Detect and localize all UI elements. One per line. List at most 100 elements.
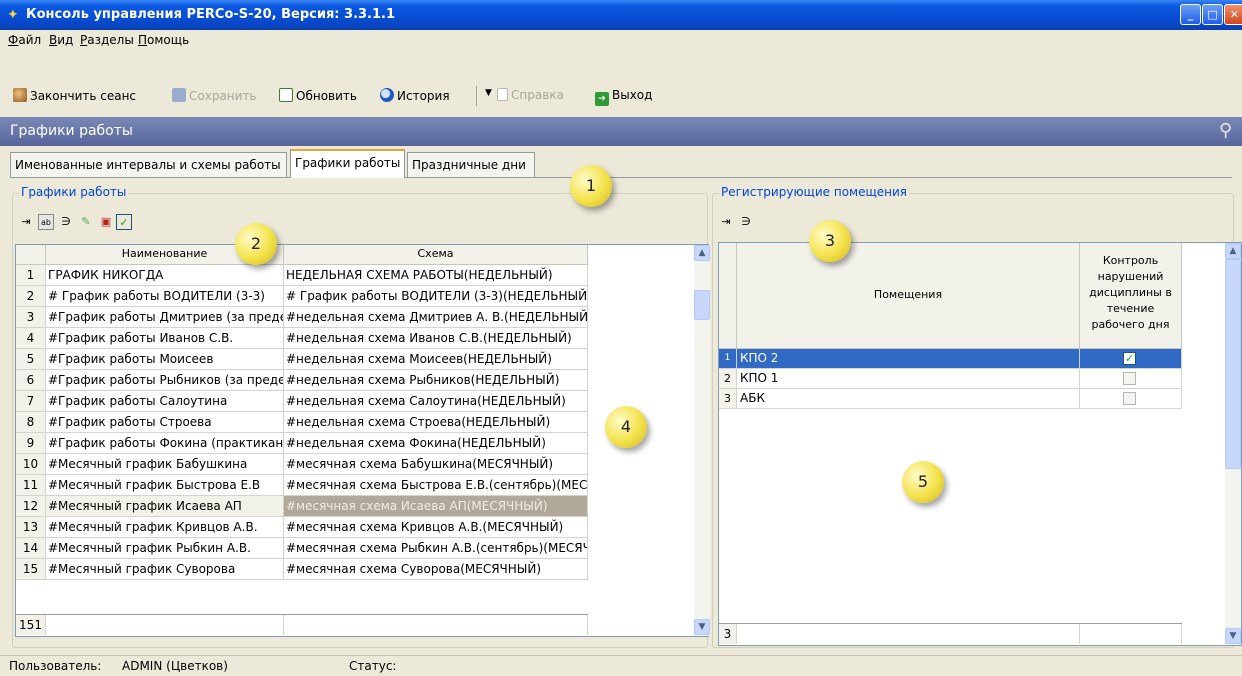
scheme-cell[interactable]: #месячная схема Рыбкин А.В.(сентябрь)(МЕ… bbox=[284, 538, 588, 559]
scheme-cell[interactable]: #недельная схема Рыбников(НЕДЕЛЬНЫЙ) bbox=[284, 370, 588, 391]
schedule-name-cell[interactable]: #Месячный график Бабушкина bbox=[46, 454, 284, 475]
menu-view[interactable]: Вид bbox=[49, 33, 73, 47]
vertical-scrollbar[interactable]: ▲ ▼ bbox=[1225, 243, 1241, 645]
schedule-name-cell[interactable]: #График работы Фокина (практикант bbox=[46, 433, 284, 454]
tab-work-schedules[interactable]: Графики работы bbox=[290, 149, 405, 178]
row-number[interactable]: 10 bbox=[16, 454, 46, 475]
schedule-name-cell[interactable]: #Месячный график Быстрова Е.В bbox=[46, 475, 284, 496]
scheme-cell[interactable]: # График работы ВОДИТЕЛИ (3-3)(НЕДЕЛЬНЫЙ… bbox=[284, 286, 588, 307]
row-number[interactable]: 7 bbox=[16, 391, 46, 412]
scroll-down-icon[interactable]: ▼ bbox=[1225, 628, 1241, 644]
table-row[interactable]: 5 #График работы Моисеев #недельная схема … bbox=[16, 349, 588, 370]
scheme-cell[interactable]: #недельная схема Иванов С.В.(НЕДЕЛЬНЫЙ) bbox=[284, 328, 588, 349]
schedule-name-cell[interactable]: # График работы ВОДИТЕЛИ (3-3) bbox=[46, 286, 284, 307]
scroll-thumb[interactable] bbox=[694, 290, 710, 320]
table-row[interactable]: 4 #График работы Иванов С.В. #недельная сх… bbox=[16, 328, 588, 349]
table-row[interactable]: 3 #График работы Дмитриев (за преде #недел… bbox=[16, 307, 588, 328]
vertical-scrollbar[interactable]: ▲ ▼ bbox=[694, 245, 710, 636]
room-cell[interactable]: КПО 1 bbox=[737, 369, 1080, 389]
scheme-cell[interactable]: #месячная схема Кривцов А.В.(МЕСЯЧНЫЙ) bbox=[284, 517, 588, 538]
schedule-name-cell[interactable]: #График работы Рыбников (за преде bbox=[46, 370, 284, 391]
table-row[interactable]: 3 АБК bbox=[719, 389, 1182, 409]
delete-row-icon[interactable]: ∋ bbox=[58, 214, 74, 230]
column-header-rooms[interactable]: Помещения bbox=[737, 243, 1080, 349]
table-row[interactable]: 1 КПО 2 ✓ bbox=[719, 349, 1182, 369]
menu-file[interactable]: Файл bbox=[8, 33, 41, 47]
table-row[interactable]: 15 #Месячный график Суворова #месячная схе… bbox=[16, 559, 588, 580]
table-row[interactable]: 13 #Месячный график Кривцов А.В. #месячная… bbox=[16, 517, 588, 538]
scheme-cell[interactable]: #недельная схема Дмитриев А. В.(НЕДЕЛЬНЫ… bbox=[284, 307, 588, 328]
table-row[interactable]: 2 КПО 1 bbox=[719, 369, 1182, 389]
scroll-down-icon[interactable]: ▼ bbox=[694, 619, 710, 635]
row-number[interactable]: 6 bbox=[16, 370, 46, 391]
room-cell[interactable]: КПО 2 bbox=[737, 349, 1080, 369]
tab-named-intervals[interactable]: Именованные интервалы и схемы работы bbox=[10, 152, 287, 178]
scroll-thumb[interactable] bbox=[1225, 259, 1241, 469]
scheme-cell[interactable]: #недельная схема Салоутина(НЕДЕЛЬНЫЙ) bbox=[284, 391, 588, 412]
schedule-name-cell[interactable]: #График работы Строева bbox=[46, 412, 284, 433]
close-button[interactable]: ✕ bbox=[1224, 4, 1242, 25]
table-row[interactable]: 8 #График работы Строева #недельная схема … bbox=[16, 412, 588, 433]
menu-help[interactable]: Помощь bbox=[138, 33, 189, 47]
schedule-name-cell[interactable]: #График работы Иванов С.В. bbox=[46, 328, 284, 349]
scheme-cell[interactable]: #месячная схема Суворова(МЕСЯЧНЫЙ) bbox=[284, 559, 588, 580]
row-number[interactable]: 1 bbox=[719, 349, 737, 369]
checkbox-tool-icon[interactable]: ✓ bbox=[116, 214, 132, 230]
room-cell[interactable]: АБК bbox=[737, 389, 1080, 409]
table-row[interactable]: 12 #Месячный график Исаева АП #месячная сх… bbox=[16, 496, 588, 517]
row-number[interactable]: 3 bbox=[719, 389, 737, 409]
scroll-up-icon[interactable]: ▲ bbox=[1225, 243, 1241, 259]
wizard-icon[interactable]: ✎ bbox=[78, 214, 94, 230]
menu-sections[interactable]: Разделы bbox=[80, 33, 134, 47]
refresh-button[interactable]: Обновить bbox=[279, 88, 357, 104]
scheme-cell[interactable]: #недельная схема Строева(НЕДЕЛЬНЫЙ) bbox=[284, 412, 588, 433]
schedule-name-cell[interactable]: #Месячный график Кривцов А.В. bbox=[46, 517, 284, 538]
table-row[interactable]: 10 #Месячный график Бабушкина #месячная сх… bbox=[16, 454, 588, 475]
rename-icon[interactable]: ab bbox=[38, 214, 54, 230]
scheme-cell[interactable]: НЕДЕЛЬНАЯ СХЕМА РАБОТЫ(НЕДЕЛЬНЫЙ) bbox=[284, 265, 588, 286]
schedule-name-cell[interactable]: #График работы Салоутина bbox=[46, 391, 284, 412]
row-number[interactable]: 4 bbox=[16, 328, 46, 349]
table-row[interactable]: 7 #График работы Салоутина #недельная схем… bbox=[16, 391, 588, 412]
schedule-name-cell[interactable]: #График работы Дмитриев (за преде bbox=[46, 307, 284, 328]
scheme-cell[interactable]: #месячная схема Бабушкина(МЕСЯЧНЫЙ) bbox=[284, 454, 588, 475]
row-number[interactable]: 1 bbox=[16, 265, 46, 286]
scheme-cell[interactable]: #месячная схема Быстрова Е.В.(сентябрь)(… bbox=[284, 475, 588, 496]
scheme-cell[interactable]: #месячная схема Исаева АП(МЕСЯЧНЫЙ) bbox=[284, 496, 588, 517]
scroll-up-icon[interactable]: ▲ bbox=[694, 245, 710, 261]
row-number[interactable]: 8 bbox=[16, 412, 46, 433]
history-button[interactable]: История bbox=[380, 88, 450, 104]
row-number[interactable]: 9 bbox=[16, 433, 46, 454]
scheme-cell[interactable]: #недельная схема Фокина(НЕДЕЛЬНЫЙ) bbox=[284, 433, 588, 454]
schedule-name-cell[interactable]: ГРАФИК НИКОГДА bbox=[46, 265, 284, 286]
row-number[interactable]: 2 bbox=[16, 286, 46, 307]
maximize-button[interactable]: □ bbox=[1202, 4, 1223, 25]
report-icon[interactable]: ▣ bbox=[98, 214, 114, 230]
row-number[interactable]: 2 bbox=[719, 369, 737, 389]
remove-room-icon[interactable]: ∋ bbox=[738, 214, 754, 230]
row-number[interactable]: 5 bbox=[16, 349, 46, 370]
schedule-name-cell[interactable]: #Месячный график Рыбкин А.В. bbox=[46, 538, 284, 559]
row-number[interactable]: 3 bbox=[16, 307, 46, 328]
help-button[interactable]: Справка bbox=[497, 88, 564, 104]
row-number[interactable]: 12 bbox=[16, 496, 46, 517]
row-number[interactable]: 11 bbox=[16, 475, 46, 496]
column-header-scheme[interactable]: Схема bbox=[284, 245, 588, 265]
tab-holidays[interactable]: Праздничные дни bbox=[407, 152, 535, 178]
discipline-control-checkbox[interactable] bbox=[1123, 392, 1136, 405]
table-row[interactable]: 1 ГРАФИК НИКОГДА НЕДЕЛЬНАЯ СХЕМА РАБОТЫ(НЕ… bbox=[16, 265, 588, 286]
add-row-icon[interactable]: ⇥ bbox=[18, 214, 34, 230]
row-number[interactable]: 14 bbox=[16, 538, 46, 559]
row-number[interactable]: 13 bbox=[16, 517, 46, 538]
add-room-icon[interactable]: ⇥ bbox=[718, 214, 734, 230]
schedule-name-cell[interactable]: #График работы Моисеев bbox=[46, 349, 284, 370]
schedule-name-cell[interactable]: #Месячный график Суворова bbox=[46, 559, 284, 580]
end-session-button[interactable]: Закончить сеанс bbox=[13, 88, 136, 104]
scheme-cell[interactable]: #недельная схема Моисеев(НЕДЕЛЬНЫЙ) bbox=[284, 349, 588, 370]
row-number[interactable]: 15 bbox=[16, 559, 46, 580]
exit-button[interactable]: ➔ Выход bbox=[595, 88, 652, 106]
toolbar-dropdown-arrow[interactable]: ▼ bbox=[485, 88, 492, 104]
table-row[interactable]: 9 #График работы Фокина (практикант #недел… bbox=[16, 433, 588, 454]
save-button[interactable]: Сохранить bbox=[172, 88, 257, 104]
schedule-name-cell[interactable]: #Месячный график Исаева АП bbox=[46, 496, 284, 517]
